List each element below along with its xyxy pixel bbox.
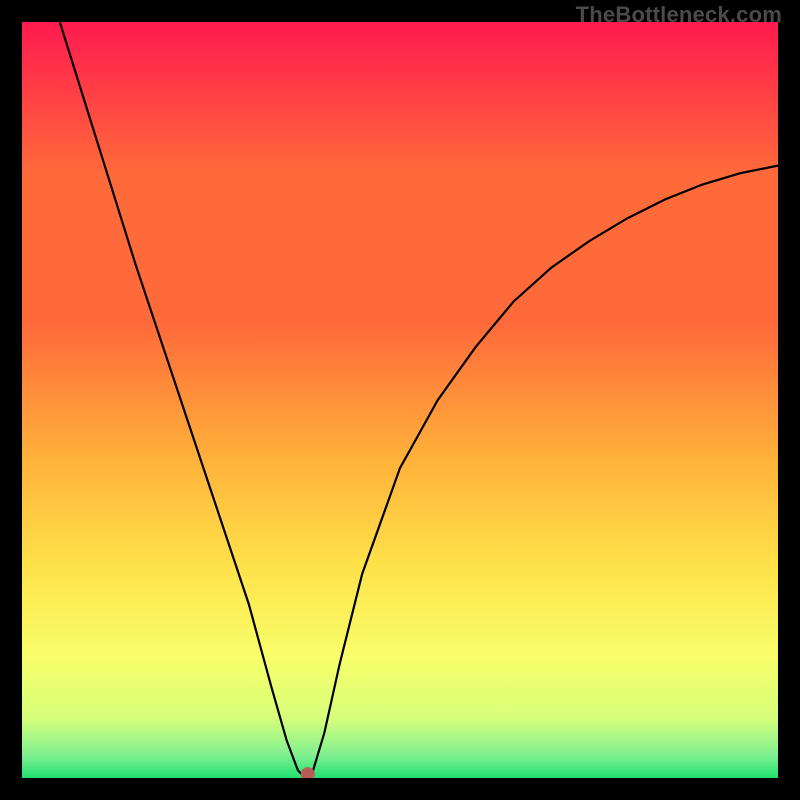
gradient-background [22, 22, 778, 778]
watermark-text: TheBottleneck.com [576, 2, 782, 28]
plot-area [22, 22, 778, 778]
chart-container: TheBottleneck.com [0, 0, 800, 800]
chart-svg [22, 22, 778, 778]
plot-frame [22, 22, 778, 778]
